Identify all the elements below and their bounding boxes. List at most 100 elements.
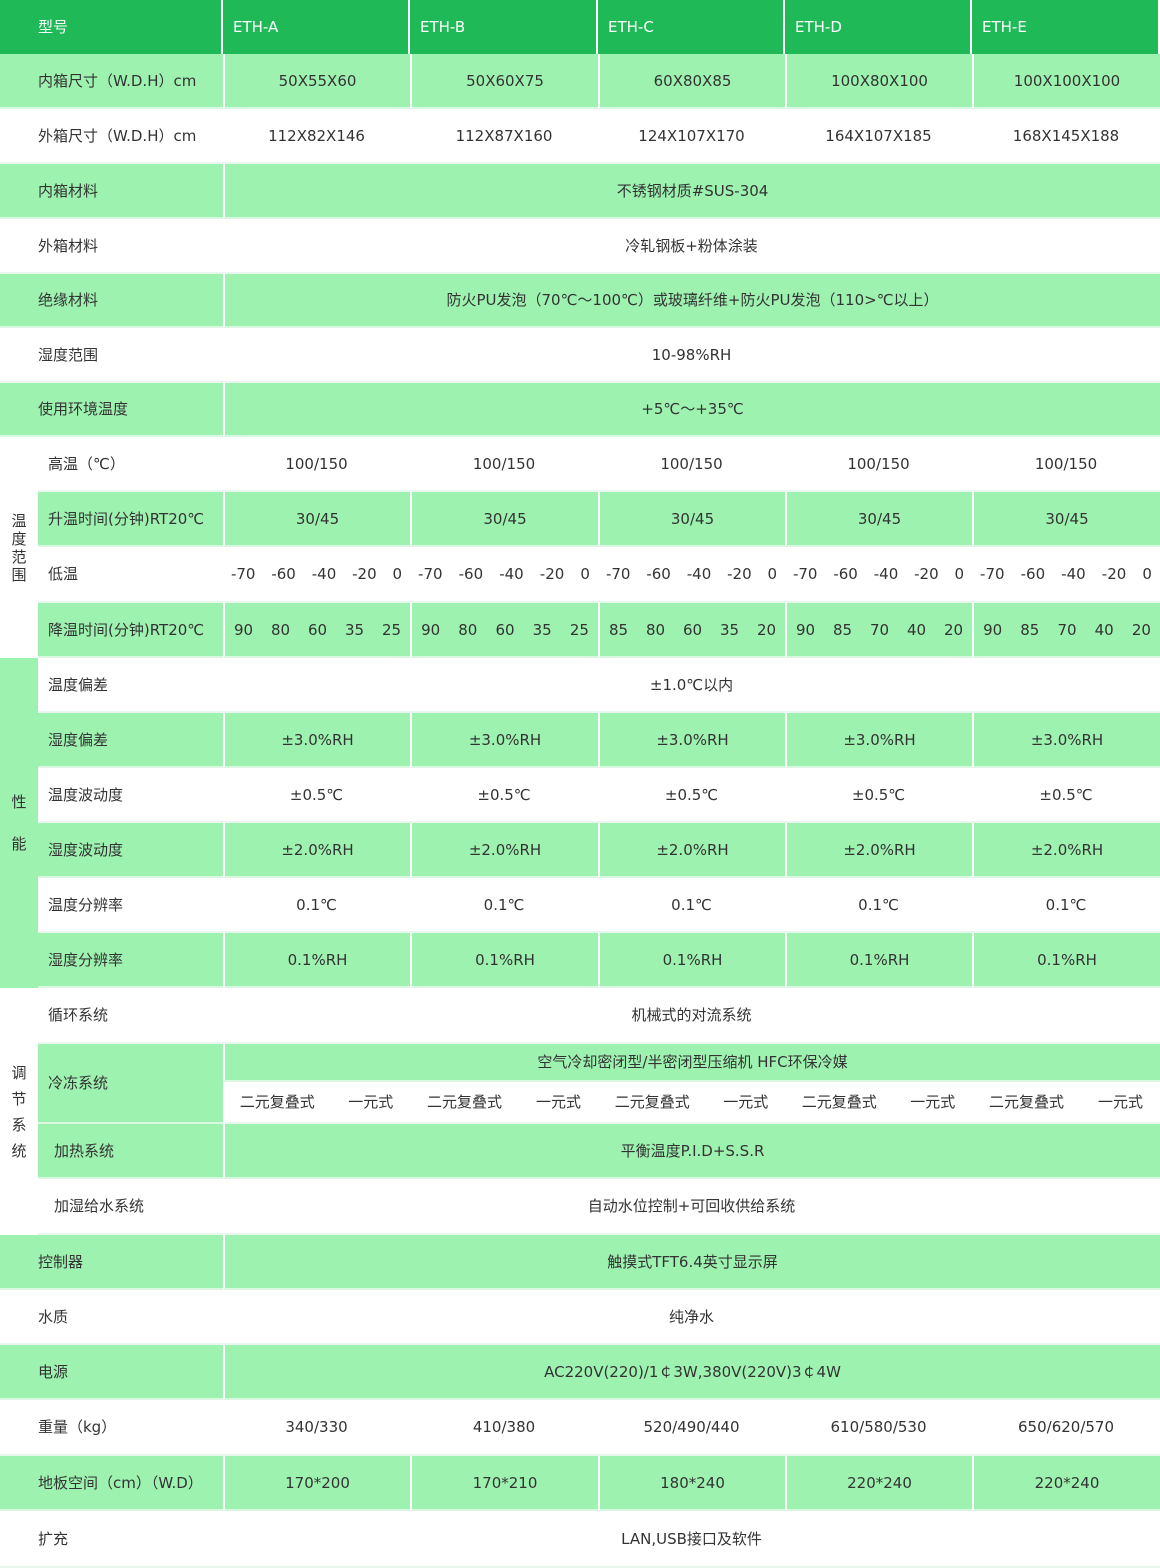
row-label: 地板空间（cm）（W.D） — [0, 1456, 224, 1511]
value-cell: LAN,USB接口及软件 — [223, 1511, 1160, 1568]
row-label: 扩充 — [0, 1511, 224, 1568]
value-cell: -70 -60 -40 -20 0 — [410, 547, 599, 603]
value-cell: 112X87X160 — [410, 109, 599, 164]
value-cell: 0.1℃ — [785, 878, 973, 933]
value-cell: ±2.0%RH — [972, 823, 1160, 878]
value-cell: 触摸式TFT6.4英寸显示屏 — [223, 1235, 1160, 1290]
value-cell: 10-98%RH — [223, 328, 1160, 383]
floor-space-row: 地板空间（cm）（W.D） 170*200 170*210 180*240 22… — [0, 1456, 1160, 1511]
temp-deviation-row: 性 能 温度偏差 ±1.0℃以内 — [0, 658, 1160, 988]
row-label: 高温（℃） — [38, 437, 224, 492]
outer-size-row: 外箱尺寸（W.D.H）cm 112X82X146 112X87X160 124X… — [0, 109, 1160, 164]
row-label: 循环系统 — [38, 988, 224, 1044]
row-label: 冷冻系统 — [38, 1044, 224, 1124]
value-cell: 0.1%RH — [598, 933, 786, 988]
value-cell: 纯净水 — [223, 1290, 1160, 1345]
value-cell: 空气冷却密闭型/半密闭型压缩机 HFC环保冷媒 — [223, 1044, 1160, 1082]
row-label: 湿度范围 — [0, 328, 224, 383]
ambient-temp-row: 使用环境温度 +5℃～+35℃ — [0, 383, 1160, 437]
circulation-row: 调 节 系 统 循环系统 机械式的对流系统 — [0, 988, 1160, 1235]
hum-res-row: 湿度分辨率 0.1%RH 0.1%RH 0.1%RH 0.1%RH 0.1%RH — [0, 933, 1160, 988]
value-cell: 124X107X170 — [598, 109, 786, 164]
row-label: 升温时间(分钟)RT20℃ — [38, 492, 224, 547]
value-cell: 100/150 — [410, 437, 599, 492]
value-cell: 100/150 — [785, 437, 973, 492]
value-cell: 二元复叠式 一元式 — [598, 1082, 786, 1124]
value-cell: 30/45 — [785, 492, 973, 547]
high-temp-row: 温 度 范 围 高温（℃） 100/150 100/150 100/150 10… — [0, 437, 1160, 658]
heat-time-row: 升温时间(分钟)RT20℃ 30/45 30/45 30/45 30/45 30… — [0, 492, 1160, 547]
heating-row: 加热系统 平衡温度P.I.D+S.S.R — [0, 1124, 1160, 1179]
value-cell: 100X100X100 — [972, 54, 1160, 109]
value-cell: 50X55X60 — [223, 54, 411, 109]
value-cell: 112X82X146 — [223, 109, 411, 164]
row-label: 水质 — [0, 1290, 224, 1345]
value-cell: 0.1℃ — [598, 878, 786, 933]
value-cell: AC220V(220)/1￠3W,380V(220V)3￠4W — [223, 1345, 1160, 1400]
value-cell: -70 -60 -40 -20 0 — [223, 547, 411, 603]
hum-deviation-row: 湿度偏差 ±3.0%RH ±3.0%RH ±3.0%RH ±3.0%RH ±3.… — [0, 713, 1160, 768]
value-cell: 520/490/440 — [598, 1400, 786, 1456]
value-cell: ±1.0℃以内 — [223, 658, 1160, 713]
value-cell: 168X145X188 — [972, 109, 1160, 164]
row-label: 电源 — [0, 1345, 224, 1400]
value-cell: ±3.0%RH — [785, 713, 973, 768]
insulation-row: 绝缘材料 防火PU发泡（70℃～100℃）或玻璃纤维+防火PU发泡（110>℃以… — [0, 274, 1160, 328]
value-cell: 100/150 — [223, 437, 411, 492]
value-cell: +5℃～+35℃ — [223, 383, 1160, 437]
value-cell: -70 -60 -40 -20 0 — [972, 547, 1160, 603]
value-cell: 180*240 — [598, 1456, 786, 1511]
value-cell: 100X80X100 — [785, 54, 973, 109]
value-cell: 二元复叠式 一元式 — [972, 1082, 1160, 1124]
water-row: 水质 纯净水 — [0, 1290, 1160, 1345]
value-cell: 0.1%RH — [410, 933, 599, 988]
row-label: 外箱尺寸（W.D.H）cm — [0, 109, 224, 164]
value-cell: 340/330 — [223, 1400, 411, 1456]
row-label: 湿度分辨率 — [38, 933, 224, 988]
regulation-group-label: 调 节 系 统 — [0, 988, 38, 1235]
value-cell: ±3.0%RH — [410, 713, 599, 768]
value-cell: ±3.0%RH — [972, 713, 1160, 768]
value-cell: 100/150 — [972, 437, 1160, 492]
value-cell: 0.1℃ — [223, 878, 411, 933]
model-eth-d: ETH-D — [785, 0, 973, 54]
value-cell: ±0.5℃ — [410, 768, 599, 823]
row-label: 使用环境温度 — [0, 383, 224, 437]
value-cell: 二元复叠式 一元式 — [223, 1082, 411, 1124]
temp-res-row: 温度分辨率 0.1℃ 0.1℃ 0.1℃ 0.1℃ 0.1℃ — [0, 878, 1160, 933]
model-label: 型号 — [0, 0, 224, 54]
refrigeration-row: 冷冻系统 空气冷却密闭型/半密闭型压缩机 HFC环保冷媒 — [0, 1044, 1160, 1124]
value-cell: 170*210 — [410, 1456, 599, 1511]
row-label: 加热系统 — [38, 1124, 224, 1179]
value-cell: 0.1%RH — [223, 933, 411, 988]
value-cell: 0.1%RH — [785, 933, 973, 988]
value-cell: 170*200 — [223, 1456, 411, 1511]
value-cell: 0.1℃ — [410, 878, 599, 933]
value-cell: 30/45 — [223, 492, 411, 547]
value-cell: 220*240 — [785, 1456, 973, 1511]
value-cell: ±2.0%RH — [410, 823, 599, 878]
row-label: 温度波动度 — [38, 768, 224, 823]
performance-group-label: 性 能 — [0, 658, 38, 988]
value-cell: 164X107X185 — [785, 109, 973, 164]
value-cell: 50X60X75 — [410, 54, 599, 109]
model-eth-c: ETH-C — [598, 0, 786, 54]
value-cell: 30/45 — [598, 492, 786, 547]
row-label: 重量（kg） — [0, 1400, 224, 1456]
row-label: 内箱尺寸（W.D.H）cm — [0, 54, 224, 109]
value-cell: 防火PU发泡（70℃～100℃）或玻璃纤维+防火PU发泡（110>℃以上） — [223, 274, 1160, 328]
inner-size-row: 内箱尺寸（W.D.H）cm 50X55X60 50X60X75 60X80X85… — [0, 54, 1160, 109]
value-cell: ±0.5℃ — [972, 768, 1160, 823]
row-label: 温度分辨率 — [38, 878, 224, 933]
value-cell: 30/45 — [972, 492, 1160, 547]
value-cell: 0.1℃ — [972, 878, 1160, 933]
value-cell: 90 80 60 35 25 — [223, 603, 411, 658]
value-cell: 平衡温度P.I.D+S.S.R — [223, 1124, 1160, 1179]
value-cell: ±2.0%RH — [598, 823, 786, 878]
controller-row: 控制器 触摸式TFT6.4英寸显示屏 — [0, 1235, 1160, 1290]
header-row: 型号 ETH-A ETH-B ETH-C ETH-D ETH-E — [0, 0, 1160, 54]
value-cell: 0.1%RH — [972, 933, 1160, 988]
value-cell: ±2.0%RH — [223, 823, 411, 878]
value-cell: 100/150 — [598, 437, 786, 492]
value-cell: 自动水位控制+可回收供给系统 — [223, 1179, 1160, 1235]
